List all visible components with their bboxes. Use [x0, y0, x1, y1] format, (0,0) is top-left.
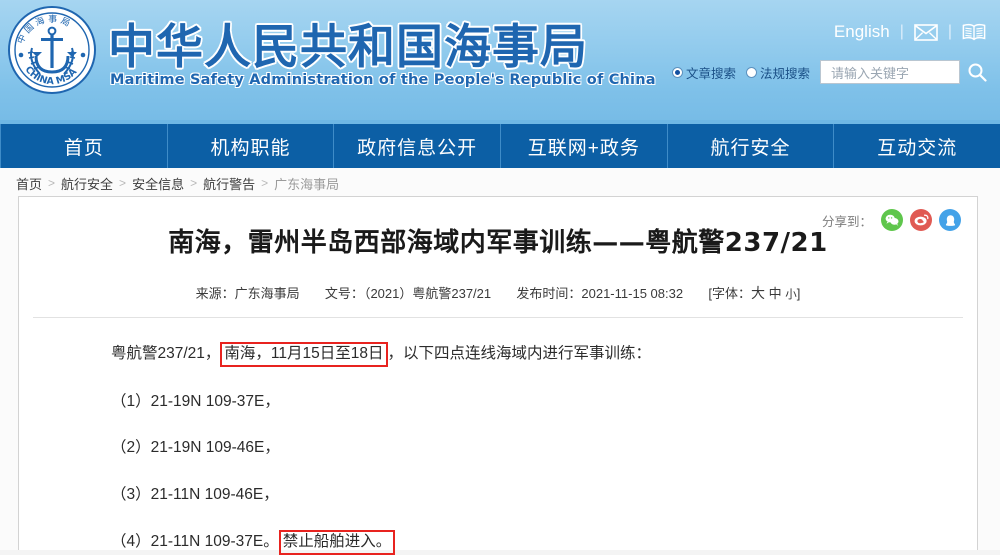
nav-item-internet-plus-label: 互联网+政务: [527, 137, 640, 159]
breadcrumb-item-3[interactable]: 航行警告: [203, 174, 255, 193]
weibo-share-icon[interactable]: [910, 209, 932, 231]
paragraph-1-before: 粤航警237/21，: [111, 344, 221, 362]
share-bar: 分享到：: [822, 209, 961, 231]
link-separator-1: |: [899, 23, 904, 40]
search-scope-regulation-label: 法规搜索: [759, 66, 810, 81]
meta-docno-label: 文号：: [324, 285, 364, 301]
meta-docno-value: （2021）粤航警237/21: [363, 285, 492, 301]
article-card: 分享到： 南海，雷州半岛西部海域内军事训练——粤航警237/21 来源：广东海事…: [18, 196, 978, 555]
breadcrumb-separator-1: >: [119, 176, 127, 190]
nav-item-navigation-safety[interactable]: 航行安全: [668, 124, 835, 168]
highlight-no-entry: 禁止船舶进入。: [278, 530, 396, 555]
article-paragraph-4: （3）21-11N 109-46E，: [111, 485, 279, 503]
search-scope-article[interactable]: 文章搜索: [671, 63, 736, 82]
english-link[interactable]: English: [834, 22, 890, 42]
breadcrumb-item-1[interactable]: 航行安全: [61, 174, 113, 193]
radio-article-icon[interactable]: [671, 66, 683, 78]
search-scope-regulation[interactable]: 法规搜索: [745, 63, 810, 82]
meta-divider: [33, 316, 963, 318]
nav-item-navigation-safety-label: 航行安全: [710, 137, 791, 159]
breadcrumb-item-0[interactable]: 首页: [16, 174, 42, 193]
nav-item-functions-label: 机构职能: [210, 137, 291, 159]
header-utility-links: English | |: [834, 22, 986, 42]
breadcrumb-separator-3: >: [261, 176, 269, 190]
radio-regulation-icon[interactable]: [745, 66, 757, 78]
china-msa-emblem-icon: 中 国 海 事 局 CHINA MSA: [8, 6, 96, 94]
book-icon[interactable]: [962, 23, 986, 41]
nav-item-gov-info-label: 政府信息公开: [357, 137, 478, 159]
nav-item-functions[interactable]: 机构职能: [168, 124, 335, 168]
meta-published-value: 2021-11-15 08:32: [581, 285, 684, 301]
main-nav: 首页 机构职能 政府信息公开 互联网+政务 航行安全 互动交流: [0, 124, 1000, 168]
meta-source-label: 来源：: [195, 285, 235, 301]
font-size-small-button[interactable]: 小: [785, 289, 797, 301]
site-header: 中 国 海 事 局 CHINA MSA 中华人民共和国海事局 Maritime …: [0, 0, 1000, 124]
breadcrumb-item-2[interactable]: 安全信息: [132, 174, 184, 193]
article-paragraph-1: 粤航警237/21， 南海，11月15日至18日 ，以下四点连线海域内进行军事训练：: [111, 341, 947, 367]
nav-item-home-label: 首页: [63, 137, 104, 159]
breadcrumb-separator-0: >: [48, 176, 56, 190]
breadcrumb-item-4: 广东海事局: [274, 176, 340, 192]
search-button[interactable]: [964, 60, 990, 84]
qzone-share-icon[interactable]: [939, 209, 961, 231]
meta-published-label: 发布时间：: [516, 285, 582, 301]
nav-item-interaction[interactable]: 互动交流: [834, 124, 1000, 168]
nav-item-home[interactable]: 首页: [0, 124, 168, 168]
share-label: 分享到：: [821, 214, 872, 229]
meta-source-value: 广东海事局: [234, 285, 300, 301]
article-meta: 来源：广东海事局 文号：（2021）粤航警237/21 发布时间：2021-11…: [19, 283, 977, 303]
search-input-placeholder: 请输入关键字: [831, 65, 910, 81]
search-input[interactable]: 请输入关键字: [820, 60, 960, 84]
site-title-en: Maritime Safety Administration of the Pe…: [110, 72, 656, 88]
paragraph-5-before: （4）21-11N 109-37E。: [111, 533, 279, 551]
header-search: 文章搜索 法规搜索 请输入关键字: [671, 60, 990, 84]
paragraph-1-after: ，以下四点连线海域内进行军事训练：: [387, 344, 652, 362]
mail-icon[interactable]: [914, 23, 938, 41]
font-size-large-button[interactable]: 大: [751, 285, 765, 301]
font-size-prefix: [字体：: [708, 285, 751, 301]
search-scope-article-label: 文章搜索: [685, 66, 736, 81]
article-paragraph-3: （2）21-19N 109-46E，: [111, 439, 280, 457]
nav-item-interaction-label: 互动交流: [877, 137, 958, 159]
font-size-medium-button[interactable]: 中: [769, 286, 782, 301]
site-title-cn: 中华人民共和国海事局: [108, 20, 588, 75]
breadcrumb: 首页 > 航行安全 > 安全信息 > 航行警告 > 广东海事局: [0, 168, 1000, 198]
search-icon: [968, 63, 987, 82]
breadcrumb-separator-2: >: [190, 176, 198, 190]
nav-item-gov-info[interactable]: 政府信息公开: [334, 124, 502, 168]
article-paragraph-5: （4）21-11N 109-37E。 禁止船舶进入。: [111, 530, 947, 555]
link-separator-2: |: [947, 23, 952, 40]
wechat-share-icon[interactable]: [881, 209, 903, 231]
article-paragraph-2: （1）21-19N 109-37E，: [111, 392, 280, 410]
page-root: 中 国 海 事 局 CHINA MSA 中华人民共和国海事局 Maritime …: [0, 0, 1000, 555]
article-body: 粤航警237/21， 南海，11月15日至18日 ，以下四点连线海域内进行军事训练：…: [19, 341, 977, 555]
highlight-date-range: 南海，11月15日至18日: [220, 341, 388, 367]
nav-item-internet-plus[interactable]: 互联网+政务: [501, 124, 668, 168]
font-size-suffix: ]: [796, 285, 801, 301]
article-title: 南海，雷州半岛西部海域内军事训练——粤航警237/21: [168, 228, 828, 258]
